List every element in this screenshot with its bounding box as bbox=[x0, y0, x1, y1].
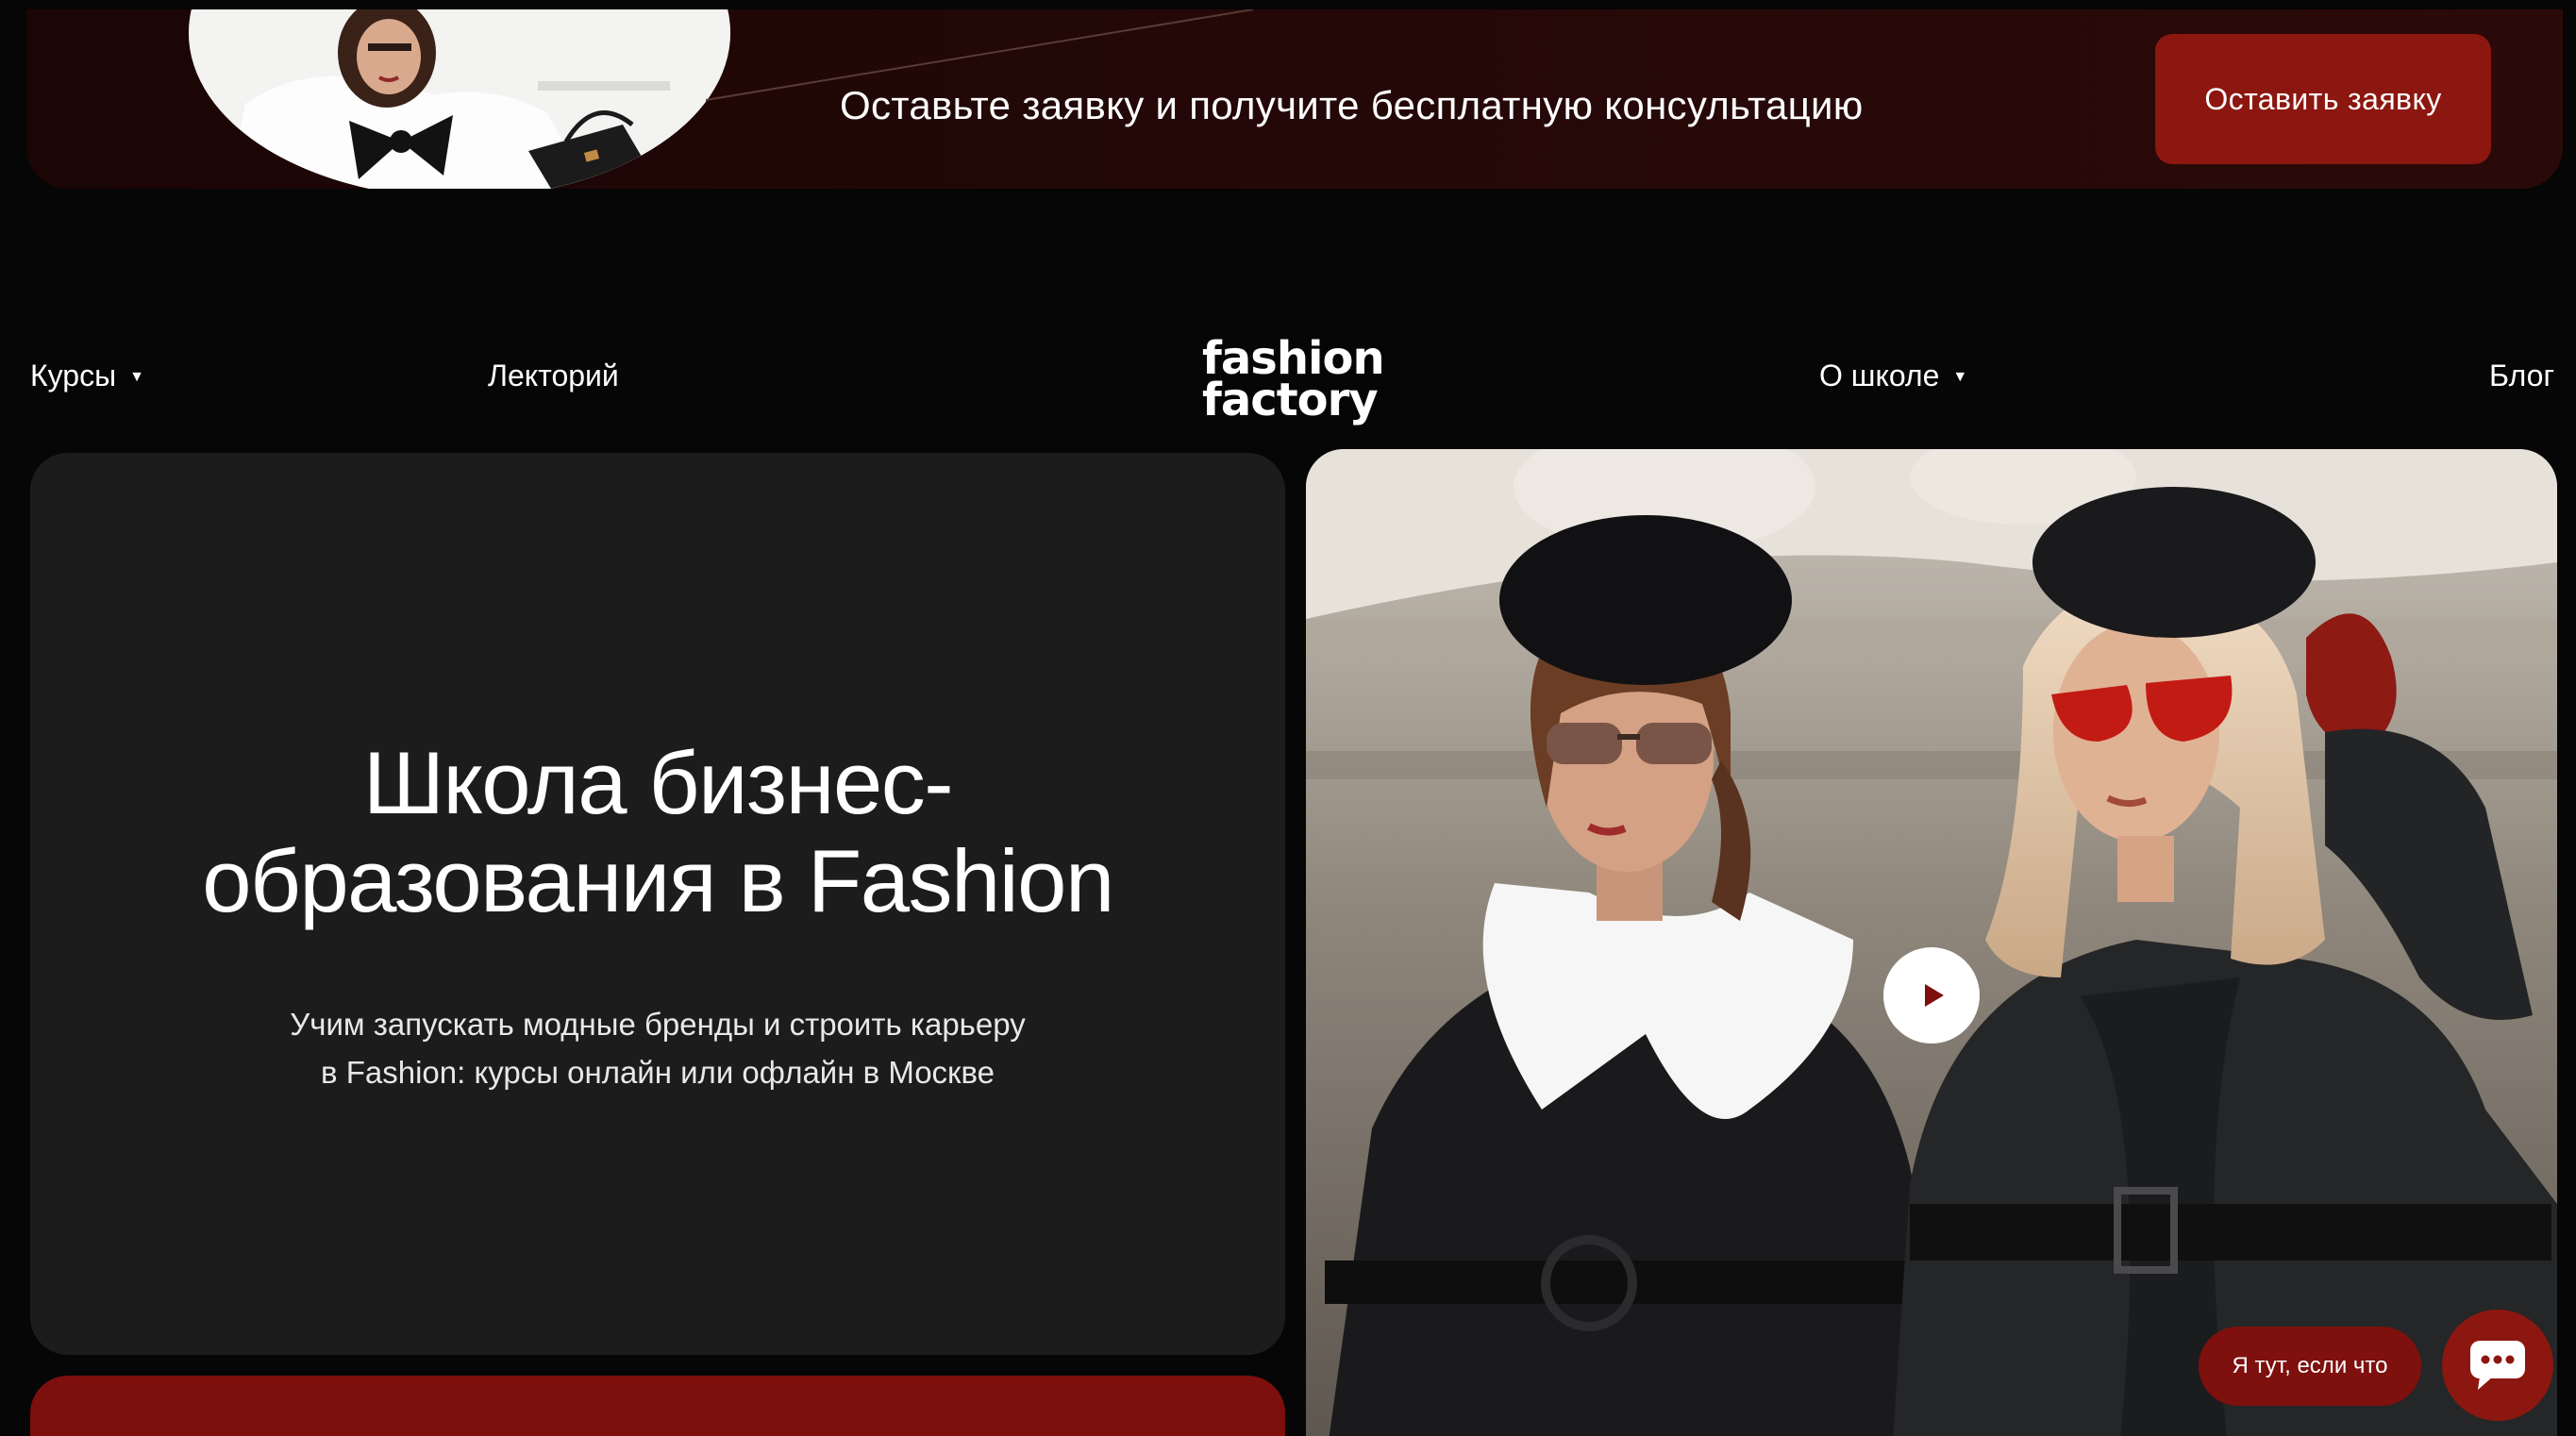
hero-subtitle: Учим запускать модные бренды и строить к… bbox=[233, 1000, 1082, 1096]
nav-blog-label: Блог bbox=[2489, 359, 2555, 392]
play-video-button[interactable] bbox=[1883, 947, 1980, 1044]
nav-blog[interactable]: Блог bbox=[2489, 359, 2554, 393]
hero-title-line-2: образования в Fashion bbox=[202, 831, 1114, 930]
promo-text: Оставьте заявку и получите бесплатную ко… bbox=[840, 83, 1864, 127]
chevron-down-icon: ▼ bbox=[1952, 369, 1968, 385]
chevron-down-icon: ▼ bbox=[129, 369, 144, 385]
nav-about[interactable]: О школе ▼ bbox=[1819, 359, 1967, 393]
chat-icon bbox=[2470, 1341, 2525, 1390]
nav-courses-label: Курсы bbox=[30, 359, 117, 392]
promo-banner: Оставьте заявку и получите бесплатную ко… bbox=[26, 9, 2563, 189]
nav-lectures[interactable]: Лекторий bbox=[488, 359, 619, 393]
nav-about-label: О школе bbox=[1819, 359, 1940, 392]
fashion-factory-logo[interactable]: fashion factory bbox=[1202, 336, 1391, 436]
logo-line-2: factory bbox=[1202, 374, 1379, 426]
hero-subtitle-line-1: Учим запускать модные бренды и строить к… bbox=[290, 1007, 1026, 1042]
leave-request-button[interactable]: Оставить заявку bbox=[2155, 34, 2491, 164]
page: Оставьте заявку и получите бесплатную ко… bbox=[0, 0, 2576, 1436]
nav-lectures-label: Лекторий bbox=[488, 359, 619, 392]
promo-photo bbox=[189, 9, 730, 189]
chat-greeting-bubble[interactable]: Я тут, если что bbox=[2199, 1327, 2421, 1406]
hero-subtitle-line-2: в Fashion: курсы онлайн или офлайн в Мос… bbox=[321, 1055, 995, 1090]
hero-video-preview[interactable] bbox=[1306, 449, 2557, 1436]
nav-courses[interactable]: Курсы ▼ bbox=[30, 359, 144, 393]
hero-title-line-1: Школа бизнес- bbox=[362, 733, 954, 832]
hero-title: Школа бизнес- образования в Fashion bbox=[30, 734, 1285, 930]
play-icon bbox=[1925, 984, 1944, 1007]
hero-card: Школа бизнес- образования в Fashion Учим… bbox=[30, 453, 1285, 1355]
red-card[interactable] bbox=[30, 1376, 1285, 1436]
chat-open-button[interactable] bbox=[2442, 1310, 2553, 1421]
